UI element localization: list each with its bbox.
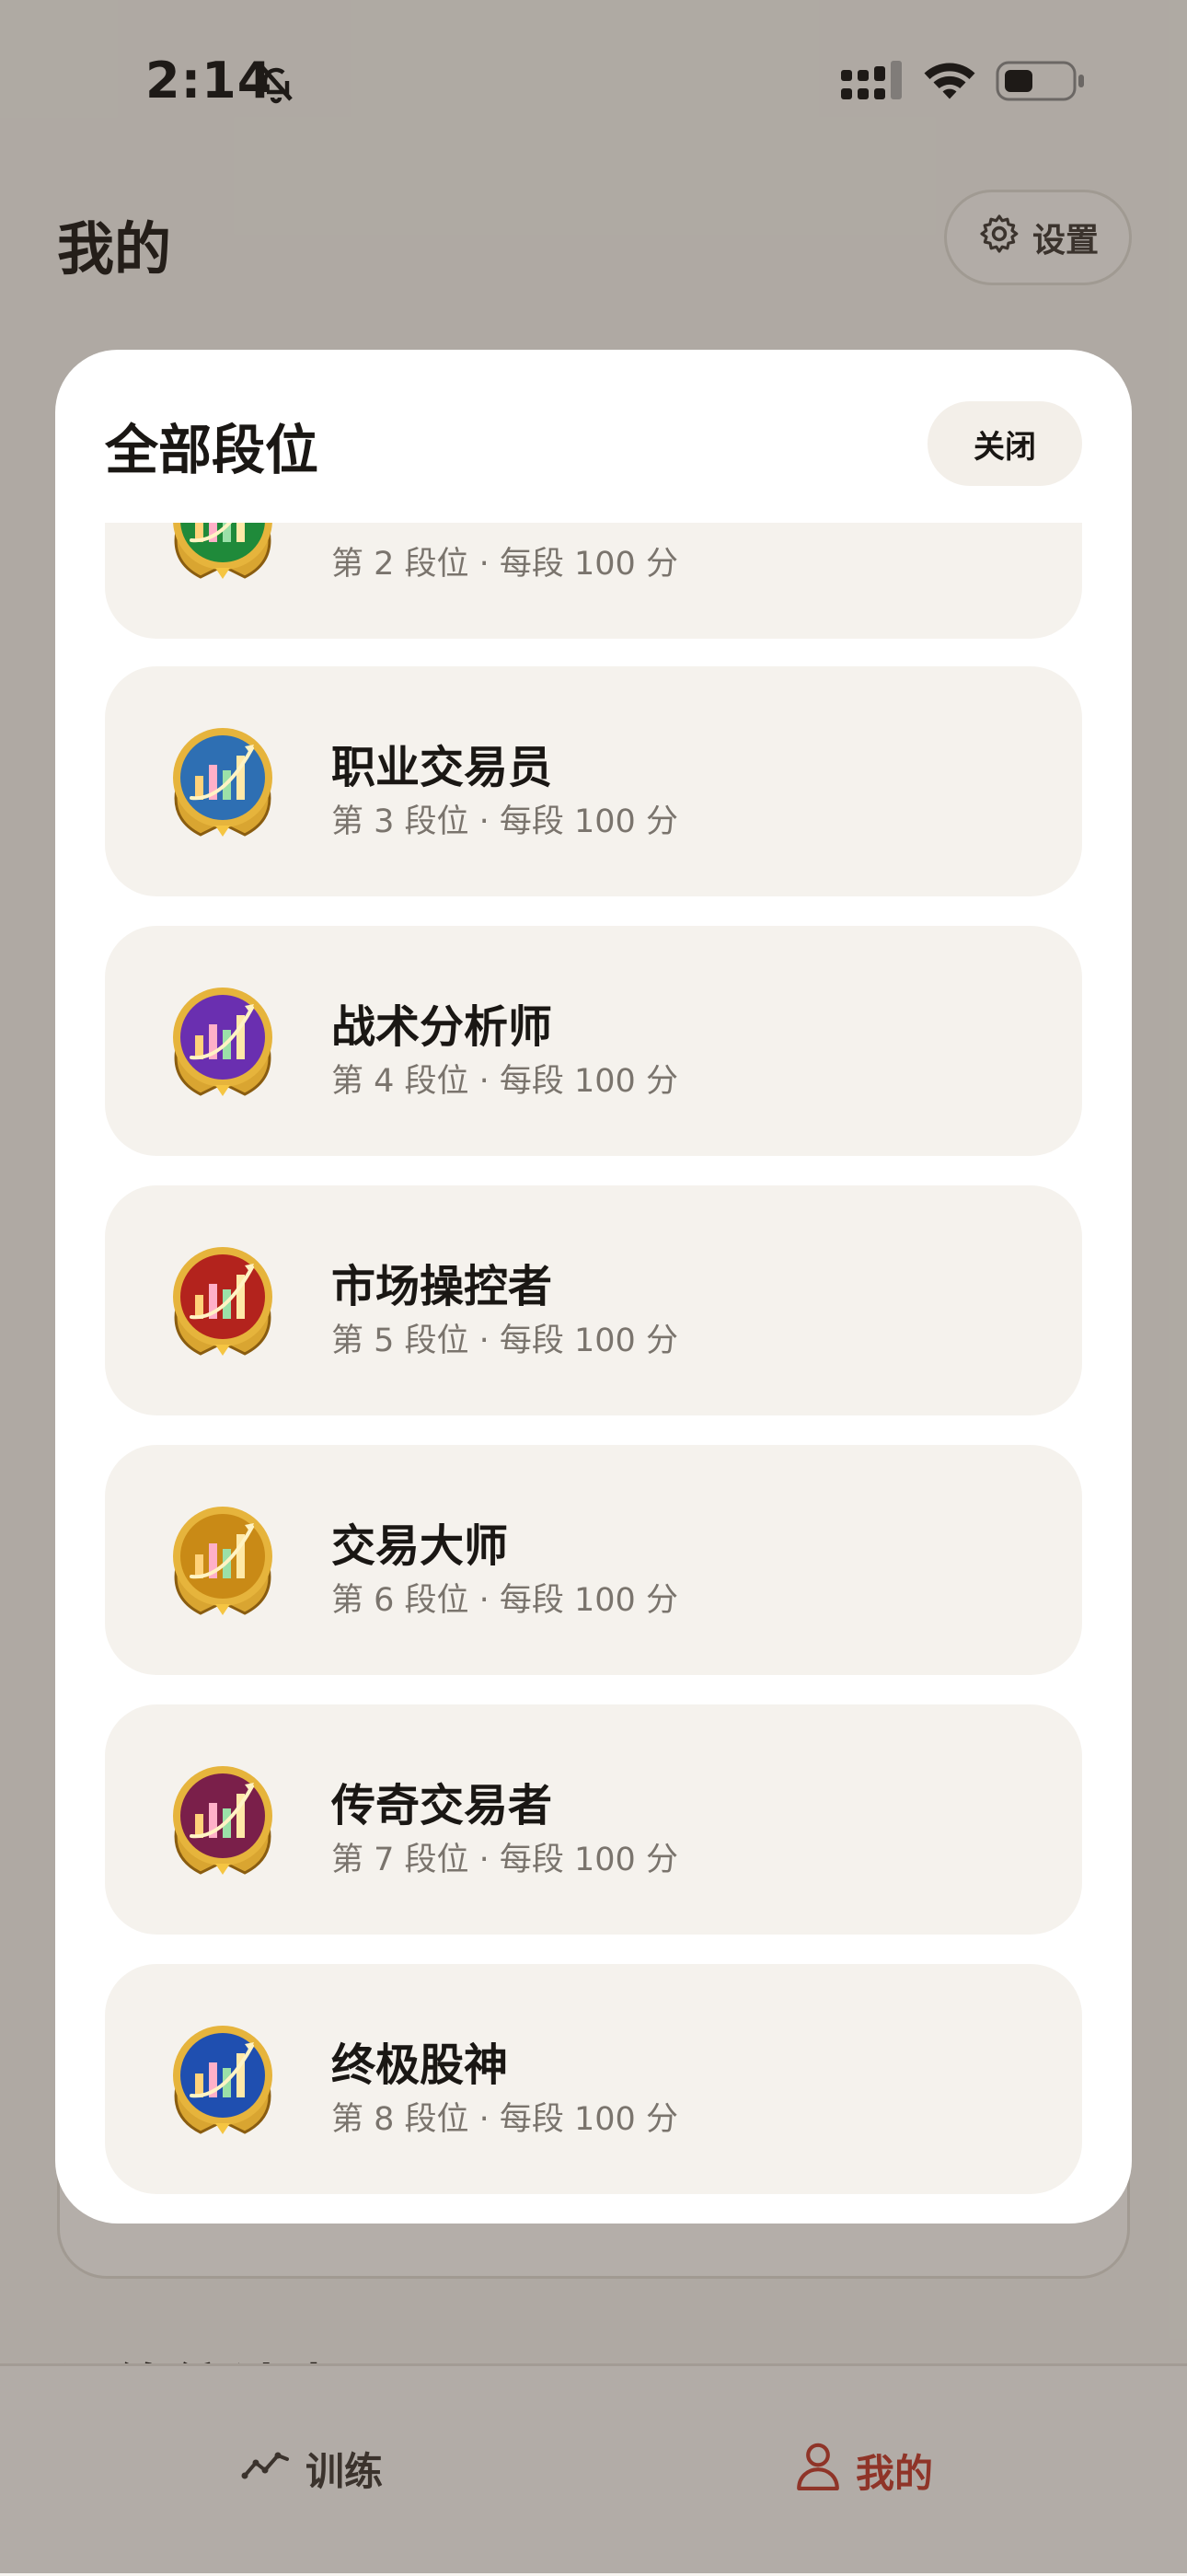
rank-name: 职业交易员 [331, 742, 553, 793]
rank-badge-icon [158, 1755, 287, 1884]
rank-name: 市场操控者 [331, 1261, 553, 1312]
close-button[interactable]: 关闭 [928, 401, 1082, 486]
rank-subtitle: 第 2 段位 · 每段 100 分 [331, 546, 678, 583]
rank-subtitle: 第 5 段位 · 每段 100 分 [331, 1323, 678, 1359]
rank-card-4: 战术分析师 第 4 段位 · 每段 100 分 [105, 926, 1082, 1156]
rank-name: 终极股神 [331, 2039, 509, 2091]
rank-card-5: 市场操控者 第 5 段位 · 每段 100 分 [105, 1185, 1082, 1415]
rank-badge-icon [158, 1496, 287, 1624]
modal-title: 全部段位 [105, 419, 319, 481]
rank-card-8: 终极股神 第 8 段位 · 每段 100 分 [105, 1964, 1082, 2194]
rank-card-7: 传奇交易者 第 7 段位 · 每段 100 分 [105, 1704, 1082, 1935]
rank-name: 传奇交易者 [331, 1780, 553, 1831]
rank-subtitle: 第 4 段位 · 每段 100 分 [331, 1063, 678, 1100]
rank-card-3: 职业交易员 第 3 段位 · 每段 100 分 [105, 666, 1082, 896]
rank-card-2: 第 2 段位 · 每段 100 分 [105, 523, 1082, 639]
rank-name: 战术分析师 [331, 1001, 553, 1053]
rank-subtitle: 第 3 段位 · 每段 100 分 [331, 803, 678, 840]
rank-name: 交易大师 [331, 1520, 509, 1572]
all-ranks-modal: 全部段位 关闭 第 2 段位 · 每段 100 分 职业交易员 第 3 段位 ·… [55, 350, 1132, 2224]
rank-badge-icon [158, 717, 287, 846]
rank-badge-icon [158, 2015, 287, 2143]
rank-badge-icon [158, 523, 287, 588]
rank-subtitle: 第 7 段位 · 每段 100 分 [331, 1842, 678, 1878]
rank-badge-icon [158, 976, 287, 1105]
rank-subtitle: 第 8 段位 · 每段 100 分 [331, 2101, 678, 2138]
rank-card-6: 交易大师 第 6 段位 · 每段 100 分 [105, 1445, 1082, 1675]
rank-subtitle: 第 6 段位 · 每段 100 分 [331, 1582, 678, 1619]
rank-badge-icon [158, 1236, 287, 1365]
rank-list[interactable]: 第 2 段位 · 每段 100 分 职业交易员 第 3 段位 · 每段 100 … [105, 523, 1082, 2224]
